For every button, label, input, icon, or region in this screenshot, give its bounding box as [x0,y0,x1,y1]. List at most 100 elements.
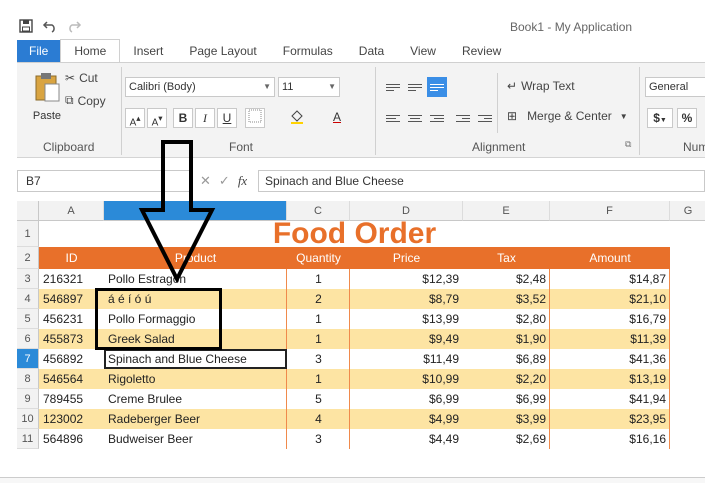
tab-data[interactable]: Data [346,40,397,62]
table-cell[interactable]: $2,20 [463,369,550,389]
column-header-e[interactable]: E [463,201,550,221]
table-cell[interactable]: 1 [287,369,350,389]
row-header-11[interactable]: 11 [17,429,39,449]
table-cell[interactable]: $11,39 [550,329,670,349]
tab-page-layout[interactable]: Page Layout [176,40,269,62]
table-cell[interactable]: $9,49 [350,329,463,349]
header-cell[interactable]: Quantity [287,247,350,269]
italic-button[interactable]: I [195,108,215,128]
row-header-3[interactable]: 3 [17,269,39,289]
align-bottom-button[interactable] [427,77,447,97]
column-header-f[interactable]: F [550,201,670,221]
table-cell[interactable]: $14,87 [550,269,670,289]
decrease-indent-button[interactable] [453,108,473,128]
row-header-4[interactable]: 4 [17,289,39,309]
align-right-button[interactable] [427,108,447,128]
table-cell[interactable]: 789455 [39,389,104,409]
table-cell[interactable]: $6,99 [350,389,463,409]
align-center-button[interactable] [405,108,425,128]
tab-view[interactable]: View [397,40,449,62]
table-cell[interactable]: 1 [287,309,350,329]
row-header-7[interactable]: 7 [17,349,39,369]
table-cell[interactable]: $2,48 [463,269,550,289]
table-cell[interactable]: 4 [287,409,350,429]
row-header-1[interactable]: 1 [17,221,39,247]
table-cell[interactable]: 3 [287,429,350,449]
table-cell[interactable]: $21,10 [550,289,670,309]
table-cell[interactable]: 1 [287,269,350,289]
row-header-8[interactable]: 8 [17,369,39,389]
table-cell[interactable]: 564896 [39,429,104,449]
table-cell[interactable]: $1,90 [463,329,550,349]
sheet-title[interactable]: Food Order [39,219,670,249]
table-cell[interactable]: 546564 [39,369,104,389]
table-cell[interactable]: $41,94 [550,389,670,409]
header-cell[interactable]: Price [350,247,463,269]
column-header-a[interactable]: A [39,201,104,221]
row-header-9[interactable]: 9 [17,389,39,409]
row-header-2[interactable]: 2 [17,247,39,269]
table-cell[interactable]: $16,79 [550,309,670,329]
row-header-6[interactable]: 6 [17,329,39,349]
font-color-button[interactable]: A [327,108,347,128]
table-cell[interactable]: $12,39 [350,269,463,289]
table-cell[interactable]: $10,99 [350,369,463,389]
currency-button[interactable]: $▼ [647,108,673,128]
table-cell[interactable]: $3,99 [463,409,550,429]
table-cell[interactable]: $13,19 [550,369,670,389]
table-cell[interactable]: Rigoletto [104,369,287,389]
table-cell[interactable]: $13,99 [350,309,463,329]
table-cell[interactable]: $2,69 [463,429,550,449]
bold-button[interactable]: B [173,108,193,128]
column-header-g[interactable]: G [670,201,705,221]
table-cell[interactable]: $16,16 [550,429,670,449]
table-cell[interactable]: $4,49 [350,429,463,449]
sheet-tabs-bar[interactable] [0,477,705,483]
align-middle-button[interactable] [405,77,425,97]
table-cell[interactable]: 123002 [39,409,104,429]
cut-button[interactable]: ✂ Cut [65,71,98,85]
tab-formulas[interactable]: Formulas [270,40,346,62]
row-header-5[interactable]: 5 [17,309,39,329]
table-cell[interactable]: Creme Brulee [104,389,287,409]
tab-review[interactable]: Review [449,40,514,62]
merge-center-button[interactable]: ⊞ Merge & Center ▼ [507,109,628,123]
table-cell[interactable]: $6,89 [463,349,550,369]
wrap-text-button[interactable]: ↵ Wrap Text [507,79,575,93]
paste-button[interactable]: Paste [27,71,67,122]
tab-file[interactable]: File [17,40,61,62]
increase-indent-button[interactable] [475,108,495,128]
select-all-corner[interactable] [17,201,39,221]
borders-button[interactable] [245,108,265,128]
table-cell[interactable]: $4,99 [350,409,463,429]
tab-insert[interactable]: Insert [120,40,176,62]
font-family-select[interactable]: Calibri (Body) ▼ [125,77,275,97]
header-cell[interactable]: Tax [463,247,550,269]
number-format-select[interactable]: General [645,77,705,97]
percent-button[interactable]: % [677,108,697,128]
fill-color-button[interactable] [287,108,307,128]
table-cell[interactable]: 3 [287,349,350,369]
align-top-button[interactable] [383,77,403,97]
table-cell[interactable]: 456892 [39,349,104,369]
tab-home[interactable]: Home [60,39,121,62]
align-left-button[interactable] [383,108,403,128]
copy-button[interactable]: ⧉ Copy [65,93,106,108]
table-cell[interactable]: 216321 [39,269,104,289]
table-cell[interactable]: 2 [287,289,350,309]
decrease-font-button[interactable]: A▾ [147,108,167,128]
alignment-dialog-launcher[interactable]: ⧉ [625,139,631,150]
table-cell[interactable]: $8,79 [350,289,463,309]
table-cell[interactable]: $41,36 [550,349,670,369]
check-icon[interactable]: ✓ [219,170,230,192]
table-cell[interactable]: Radeberger Beer [104,409,287,429]
table-cell[interactable]: $11,49 [350,349,463,369]
table-cell[interactable]: $23,95 [550,409,670,429]
fx-icon[interactable]: fx [238,170,247,192]
header-cell[interactable]: ID [39,247,104,269]
formula-input[interactable]: Spinach and Blue Cheese [258,170,705,192]
row-header-10[interactable]: 10 [17,409,39,429]
table-cell[interactable]: $6,99 [463,389,550,409]
underline-button[interactable]: U [217,108,237,128]
table-cell[interactable]: 1 [287,329,350,349]
